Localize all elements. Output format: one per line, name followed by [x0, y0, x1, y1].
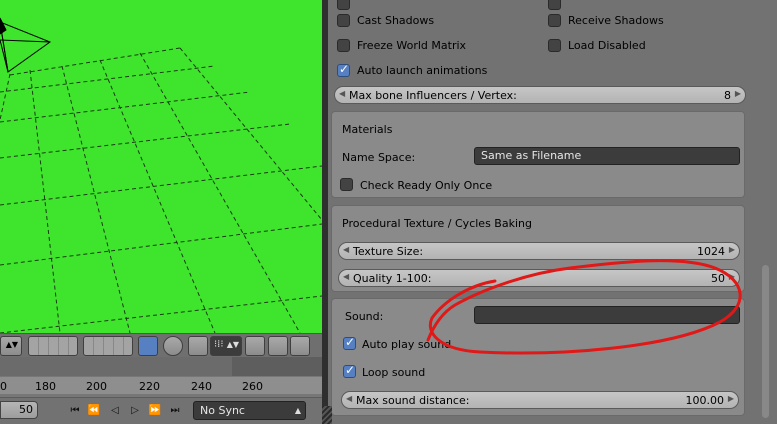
snap-target-select[interactable]: ⁝⁞⁝ ▲▼: [210, 336, 242, 356]
max-bone-influencers-field[interactable]: ◀ Max bone Influencers / Vertex: 8 ▶: [334, 86, 746, 104]
area-corner-grip[interactable]: [322, 406, 332, 424]
updown-arrow-icon: ▲▼: [294, 406, 301, 424]
receive-shadows-label: Receive Shadows: [568, 14, 664, 27]
sound-section: Sound: Auto play sound Loop sound ◀ Max …: [331, 298, 745, 416]
mode-select[interactable]: ▲▼: [0, 336, 22, 356]
procedural-title: Procedural Texture / Cycles Baking: [342, 217, 532, 230]
max-sound-distance-value: 100.00: [685, 394, 725, 407]
max-sound-distance-label: Max sound distance:: [356, 394, 470, 407]
grid-floor: [0, 17, 322, 333]
max-bone-label: Max bone Influencers / Vertex:: [349, 89, 517, 102]
sync-select[interactable]: No Sync ▲▼: [193, 401, 306, 424]
lock-layers-icon[interactable]: [138, 336, 158, 356]
freeze-world-matrix-label: Freeze World Matrix: [357, 39, 467, 52]
max-sound-distance-field[interactable]: ◀ Max sound distance: 100.00 ▶: [341, 391, 739, 409]
receive-shadows-checkbox[interactable]: [548, 14, 561, 27]
materials-title: Materials: [342, 123, 393, 136]
jump-keyframe-back-icon[interactable]: ⏪: [85, 402, 103, 418]
current-frame-field[interactable]: 50: [0, 401, 38, 419]
layer-buttons-2[interactable]: [83, 336, 133, 356]
cast-shadows-checkbox[interactable]: [337, 14, 350, 27]
timeline-ruler[interactable]: 0 180 200 220 240 260: [0, 357, 322, 397]
top-clipped-checkbox-right[interactable]: [548, 0, 561, 10]
auto-play-sound-checkbox[interactable]: [343, 335, 356, 350]
name-space-field[interactable]: Same as Filename: [474, 147, 740, 165]
layer-buttons-1[interactable]: [28, 336, 78, 356]
properties-panel: Cast Shadows Receive Shadows Freeze Worl…: [328, 0, 758, 424]
exporter-settings-section: Cast Shadows Receive Shadows Freeze Worl…: [331, 0, 746, 106]
auto-play-sound-label: Auto play sound: [362, 338, 452, 351]
viewport-toolbar: ▲▼ ⁝⁞⁝ ▲▼: [0, 333, 322, 357]
quality-value: 50: [711, 272, 725, 285]
quality-field[interactable]: ◀ Quality 1-100: 50 ▶: [338, 269, 740, 287]
increment-arrow-icon[interactable]: ▶: [735, 89, 741, 98]
tick-label: 0: [0, 380, 7, 393]
load-disabled-label: Load Disabled: [568, 39, 646, 52]
properties-scrollbar[interactable]: [758, 0, 777, 424]
auto-launch-label: Auto launch animations: [357, 64, 488, 77]
jump-end-icon[interactable]: ⏭: [166, 402, 184, 418]
quality-label: Quality 1-100:: [353, 272, 432, 285]
procedural-texture-section: Procedural Texture / Cycles Baking ◀ Tex…: [331, 205, 745, 292]
top-clipped-checkbox[interactable]: [337, 0, 350, 10]
jump-keyframe-forward-icon[interactable]: ⏩: [146, 402, 164, 418]
3d-viewport[interactable]: [0, 0, 322, 333]
pivot-icon[interactable]: [163, 336, 183, 356]
decrement-arrow-icon[interactable]: ◀: [339, 89, 345, 98]
playback-bar: 50 ⏮ ⏪ ◁ ▷ ⏩ ⏭ No Sync ▲▼: [0, 397, 322, 424]
tick-label: 180: [35, 380, 56, 393]
decrement-arrow-icon[interactable]: ◀: [343, 272, 349, 281]
increment-arrow-icon[interactable]: ▶: [729, 272, 735, 281]
proportional-edit-icon[interactable]: [245, 336, 265, 356]
texture-size-value: 1024: [697, 245, 725, 258]
texture-size-label: Texture Size:: [353, 245, 424, 258]
sync-select-value: No Sync: [200, 404, 245, 417]
play-reverse-icon[interactable]: ◁: [106, 402, 124, 418]
magnet-icon[interactable]: [188, 336, 208, 356]
max-bone-value: 8: [724, 89, 731, 102]
tick-label: 260: [242, 380, 263, 393]
tick-label: 240: [191, 380, 212, 393]
name-space-label: Name Space:: [342, 151, 416, 164]
decrement-arrow-icon[interactable]: ◀: [343, 245, 349, 254]
cast-shadows-label: Cast Shadows: [357, 14, 435, 27]
load-disabled-checkbox[interactable]: [548, 39, 561, 52]
loop-sound-label: Loop sound: [362, 366, 426, 379]
increment-arrow-icon[interactable]: ▶: [728, 394, 734, 403]
camera-icon: [0, 17, 52, 73]
render-image-icon[interactable]: [268, 336, 288, 356]
auto-launch-checkbox[interactable]: [337, 62, 350, 77]
play-icon[interactable]: ▷: [126, 402, 144, 418]
sound-field[interactable]: [474, 306, 740, 324]
blender-window: ▲▼ ⁝⁞⁝ ▲▼ 0 180 200 220 240 260 50 ⏮ ⏪ ◁ …: [0, 0, 777, 424]
loop-sound-checkbox[interactable]: [343, 363, 356, 378]
materials-section: Materials Name Space: Same as Filename C…: [331, 111, 745, 198]
tick-label: 200: [86, 380, 107, 393]
jump-start-icon[interactable]: ⏮: [66, 402, 84, 418]
decrement-arrow-icon[interactable]: ◀: [346, 394, 352, 403]
increment-arrow-icon[interactable]: ▶: [729, 245, 735, 254]
render-animation-icon[interactable]: [290, 336, 310, 356]
check-ready-only-once-checkbox[interactable]: [340, 178, 353, 191]
scrollbar-thumb[interactable]: [762, 265, 769, 418]
freeze-world-matrix-checkbox[interactable]: [337, 39, 350, 52]
tick-label: 220: [139, 380, 160, 393]
texture-size-field[interactable]: ◀ Texture Size: 1024 ▶: [338, 242, 740, 260]
sound-label: Sound:: [345, 310, 384, 323]
check-ready-only-once-label: Check Ready Only Once: [360, 179, 493, 192]
